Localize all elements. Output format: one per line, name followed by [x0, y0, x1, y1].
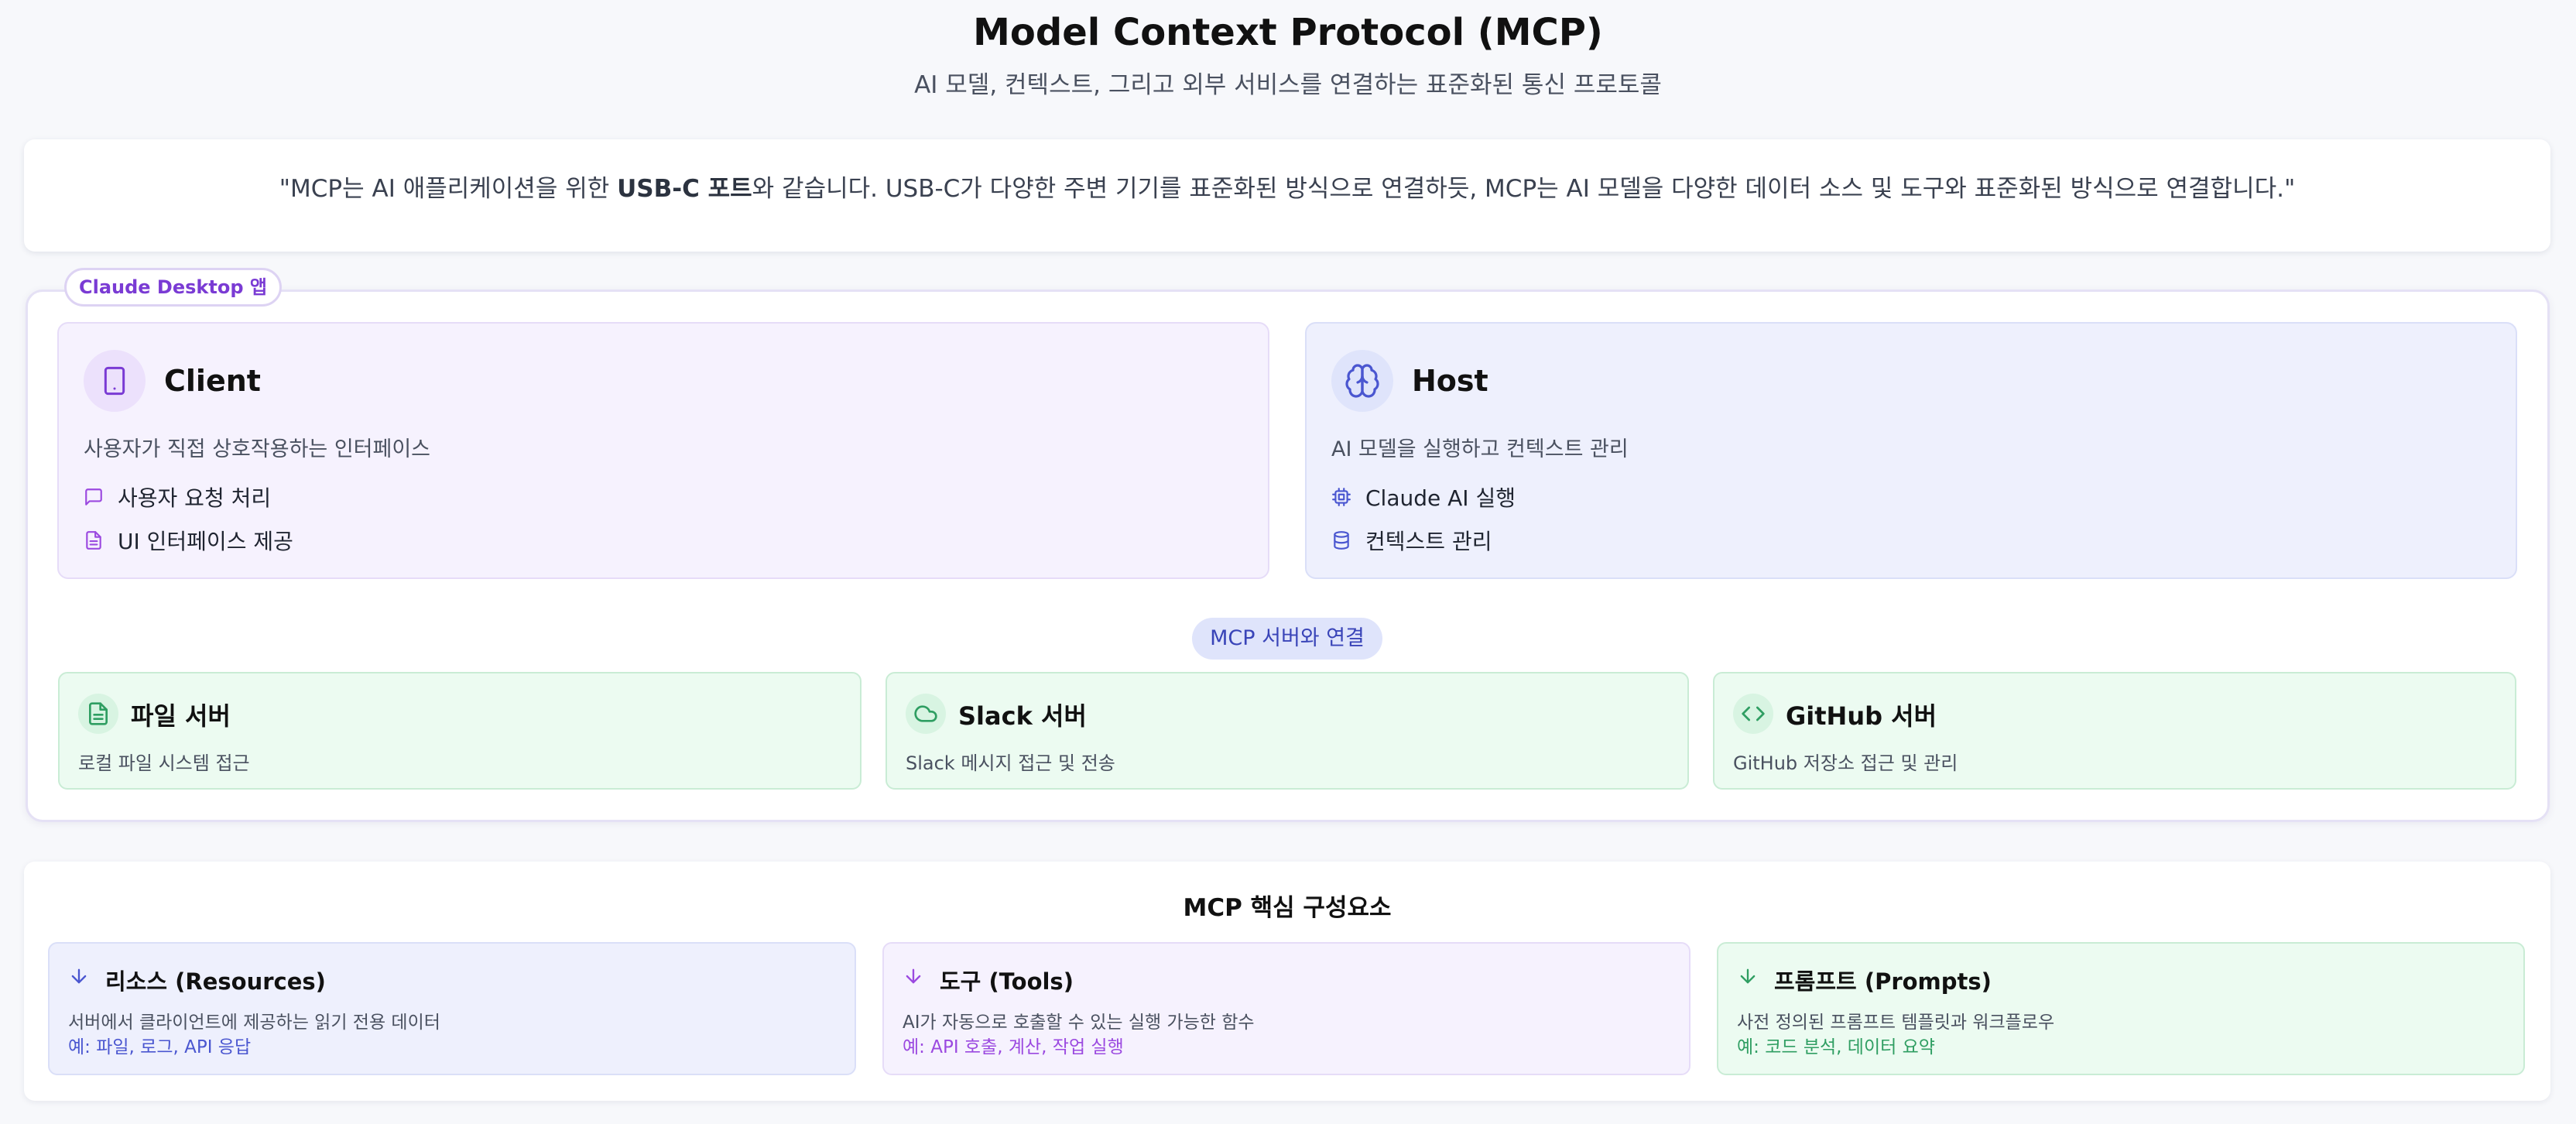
client-title: Client	[164, 364, 261, 398]
server-title: GitHub 서버	[1786, 701, 1937, 731]
client-feature-label: UI 인터페이스 제공	[118, 529, 293, 554]
server-card-file: 파일 서버 로컬 파일 시스템 접근	[58, 672, 862, 790]
quote-text: "MCP는 AI 애플리케이션을 위한 USB-C 포트와 같습니다. USB-…	[24, 169, 2550, 204]
core-item-example: 예: 코드 분석, 데이터 요약	[1737, 1037, 1935, 1057]
core-item-description: 사전 정의된 프롬프트 템플릿과 워크플로우	[1737, 1013, 2055, 1033]
core-item-description: AI가 자동으로 호출할 수 있는 실행 가능한 함수	[903, 1013, 1255, 1033]
host-title: Host	[1412, 364, 1488, 398]
file-icon	[78, 694, 118, 734]
host-box: Host AI 모델을 실행하고 컨텍스트 관리 Claude AI 실행 컨텍…	[1305, 322, 2517, 579]
host-feature: Claude AI 실행	[1331, 481, 1516, 512]
app-label: Claude Desktop 앱	[64, 268, 282, 307]
host-description: AI 모델을 실행하고 컨텍스트 관리	[1331, 437, 1629, 461]
mcp-connection-label: MCP 서버와 연결	[1192, 618, 1382, 660]
arrow-down-icon	[906, 968, 921, 984]
cpu-icon	[1332, 488, 1351, 506]
server-card-slack: Slack 서버 Slack 메시지 접근 및 전송	[886, 672, 1689, 790]
quote-before: "MCP는 AI 애플리케이션을 위한	[279, 175, 618, 203]
arrow-down-icon	[71, 968, 87, 984]
host-feature-label: 컨텍스트 관리	[1365, 529, 1492, 554]
quote-after: 와 같습니다. USB-C가 다양한 주변 기기를 표준화된 방식으로 연결하듯…	[752, 175, 2296, 203]
arrow-down-icon	[1740, 968, 1756, 984]
quote-card: "MCP는 AI 애플리케이션을 위한 USB-C 포트와 같습니다. USB-…	[24, 139, 2550, 252]
message-square-icon	[85, 488, 102, 505]
tablet-icon	[84, 350, 146, 412]
core-item-description: 서버에서 클라이언트에 제공하는 읽기 전용 데이터	[68, 1013, 440, 1033]
client-feature: UI 인터페이스 제공	[84, 525, 293, 556]
cloud-icon	[906, 694, 946, 734]
core-components-card: MCP 핵심 구성요소 리소스 (Resources) 서버에서 클라이언트에 …	[24, 862, 2550, 1101]
core-item-prompts: 프롬프트 (Prompts) 사전 정의된 프롬프트 템플릿과 워크플로우 예:…	[1717, 942, 2525, 1075]
client-feature: 사용자 요청 처리	[84, 481, 271, 512]
server-description: 로컬 파일 시스템 접근	[78, 752, 250, 774]
core-item-name: 도구 (Tools)	[940, 968, 1074, 995]
core-item-example: 예: 파일, 로그, API 응답	[68, 1037, 252, 1057]
database-icon	[1334, 531, 1349, 550]
client-description: 사용자가 직접 상호작용하는 인터페이스	[84, 437, 431, 461]
server-title: 파일 서버	[131, 701, 231, 731]
code-icon	[1733, 694, 1773, 734]
core-item-resources: 리소스 (Resources) 서버에서 클라이언트에 제공하는 읽기 전용 데…	[48, 942, 856, 1075]
core-title: MCP 핵심 구성요소	[1183, 894, 1392, 922]
core-item-name: 리소스 (Resources)	[105, 968, 326, 995]
host-feature: 컨텍스트 관리	[1331, 525, 1492, 556]
host-feature-label: Claude AI 실행	[1365, 485, 1516, 511]
server-card-github: GitHub 서버 GitHub 저장소 접근 및 관리	[1713, 672, 2516, 790]
server-description: GitHub 저장소 접근 및 관리	[1733, 752, 1958, 774]
server-description: Slack 메시지 접근 및 전송	[906, 752, 1115, 774]
file-text-icon	[86, 531, 101, 550]
page-title: Model Context Protocol (MCP)	[973, 11, 1603, 54]
client-box: Client 사용자가 직접 상호작용하는 인터페이스 사용자 요청 처리 UI…	[57, 322, 1269, 579]
core-item-tools: 도구 (Tools) AI가 자동으로 호출할 수 있는 실행 가능한 함수 예…	[882, 942, 1690, 1075]
server-title: Slack 서버	[958, 701, 1087, 731]
page-subtitle: AI 모델, 컨텍스트, 그리고 외부 서비스를 연결하는 표준화된 통신 프로…	[914, 71, 1662, 99]
quote-bold: USB-C 포트	[617, 175, 752, 203]
brain-icon	[1331, 350, 1393, 412]
core-item-name: 프롬프트 (Prompts)	[1774, 968, 1992, 995]
client-feature-label: 사용자 요청 처리	[118, 485, 272, 511]
core-item-example: 예: API 호출, 계산, 작업 실행	[903, 1037, 1124, 1057]
